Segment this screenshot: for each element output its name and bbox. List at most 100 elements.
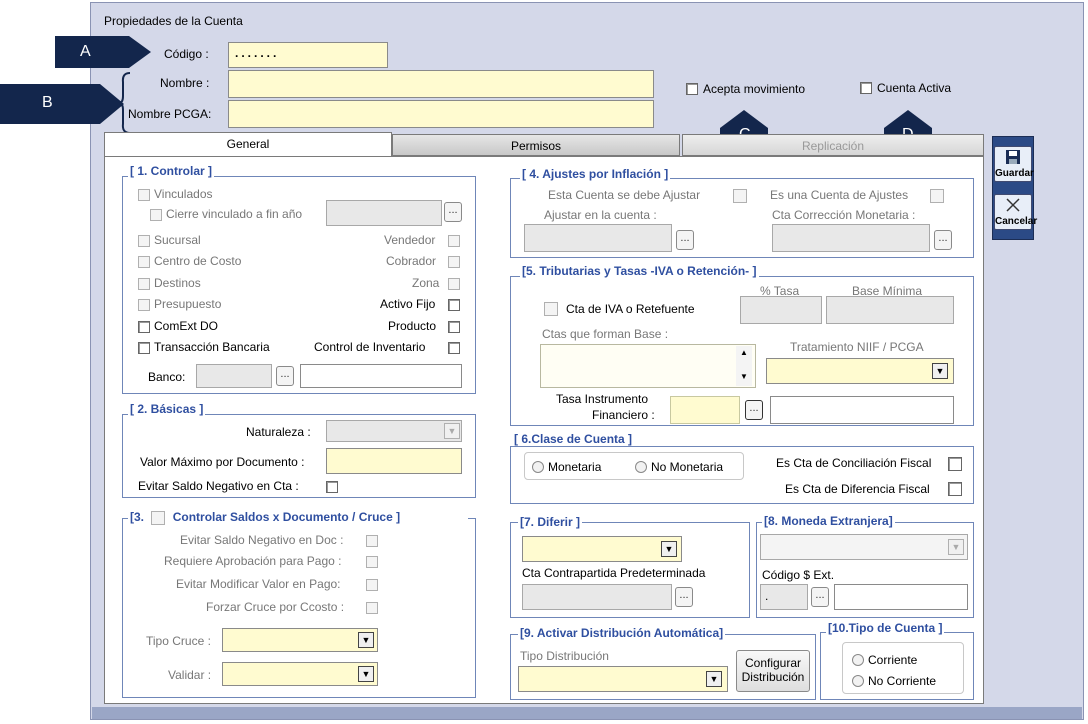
cierre-ellipsis-button[interactable]: ... bbox=[444, 202, 462, 222]
control-inventario-checkbox[interactable] bbox=[448, 342, 460, 354]
ajustar-en-input[interactable] bbox=[524, 224, 672, 252]
corriente-radio[interactable] bbox=[852, 654, 864, 666]
ctas-base-scrollbar[interactable]: ▲ ▼ bbox=[736, 346, 752, 386]
tasa-instrumento-input[interactable] bbox=[670, 396, 740, 424]
ajustar-en-ellipsis-button[interactable]: ... bbox=[676, 230, 694, 250]
banco-ellipsis-button[interactable]: ... bbox=[276, 366, 294, 386]
evitar-saldo-checkbox[interactable] bbox=[326, 481, 338, 493]
tab-general[interactable]: General bbox=[104, 132, 392, 158]
presupuesto-checkbox[interactable] bbox=[138, 299, 150, 311]
codigo-ext-input[interactable]: . bbox=[760, 584, 808, 610]
no-corriente-radio[interactable] bbox=[852, 675, 864, 687]
sucursal-checkbox[interactable] bbox=[138, 235, 150, 247]
cta-correccion-input[interactable] bbox=[772, 224, 930, 252]
contrapartida-ellipsis-button[interactable]: ... bbox=[675, 587, 693, 607]
configurar-distribucion-button[interactable]: Configurar Distribución bbox=[736, 650, 810, 692]
cta-correccion-label: Cta Corrección Monetaria : bbox=[772, 208, 916, 222]
validar-dropdown-icon: ▼ bbox=[358, 666, 374, 682]
nombre-input[interactable] bbox=[228, 70, 654, 98]
codigo-ext-descripcion[interactable] bbox=[834, 584, 968, 610]
pct-tasa-input[interactable] bbox=[740, 296, 822, 324]
codigo-input[interactable]: ....... bbox=[228, 42, 388, 68]
acepta-movimiento-checkbox[interactable] bbox=[686, 83, 698, 95]
tab-replicacion[interactable]: Replicación bbox=[682, 134, 984, 156]
diferir-select[interactable] bbox=[522, 536, 682, 562]
producto-checkbox[interactable] bbox=[448, 321, 460, 333]
group-tipo-cuenta-title: [10.Tipo de Cuenta ] bbox=[826, 621, 945, 635]
vinculados-checkbox[interactable] bbox=[138, 189, 150, 201]
no-corriente-label: No Corriente bbox=[868, 674, 937, 688]
tipo-distribucion-select[interactable] bbox=[518, 666, 728, 692]
naturaleza-select[interactable] bbox=[326, 420, 462, 442]
tratamiento-select[interactable] bbox=[766, 358, 954, 384]
cta-iva-checkbox[interactable] bbox=[544, 302, 558, 316]
cancelar-label: Cancelar bbox=[995, 216, 1038, 227]
diferencia-checkbox[interactable] bbox=[948, 482, 962, 496]
transaccion-checkbox[interactable] bbox=[138, 342, 150, 354]
monetaria-radio[interactable] bbox=[532, 461, 544, 473]
evitar-saldo-doc-checkbox[interactable] bbox=[366, 535, 378, 547]
transaccion-label: Transacción Bancaria bbox=[154, 340, 270, 354]
codigo-ext-label: Código $ Ext. bbox=[762, 568, 835, 582]
cuenta-activa-label: Cuenta Activa bbox=[877, 81, 952, 95]
validar-label: Validar : bbox=[168, 668, 212, 682]
group-tributarias-title: [5. Tributarias y Tasas -IVA o Retención… bbox=[520, 264, 759, 278]
cuenta-activa-checkbox[interactable] bbox=[860, 82, 872, 94]
esta-cuenta-checkbox[interactable] bbox=[733, 189, 747, 203]
ctas-base-list[interactable] bbox=[540, 344, 756, 388]
cierre-checkbox[interactable] bbox=[150, 209, 162, 221]
tipo-cruce-select[interactable] bbox=[222, 628, 378, 652]
zona-checkbox[interactable] bbox=[448, 278, 460, 290]
base-minima-input[interactable] bbox=[826, 296, 954, 324]
tasa-instrumento-descripcion[interactable] bbox=[770, 396, 954, 424]
destinos-checkbox[interactable] bbox=[138, 278, 150, 290]
configurar-label-1: Configurar bbox=[744, 656, 802, 670]
group-basicas-title: [ 2. Básicas ] bbox=[128, 402, 206, 416]
destinos-label: Destinos bbox=[154, 276, 201, 290]
cancelar-button[interactable]: Cancelar bbox=[994, 194, 1038, 230]
cta-correccion-ellipsis-button[interactable]: ... bbox=[934, 230, 952, 250]
valor-maximo-input[interactable] bbox=[326, 448, 462, 474]
sucursal-label: Sucursal bbox=[154, 233, 201, 247]
guardar-button[interactable]: Guardar bbox=[994, 146, 1034, 182]
centro-costo-checkbox[interactable] bbox=[138, 256, 150, 268]
corriente-label: Corriente bbox=[868, 653, 918, 667]
activo-fijo-checkbox[interactable] bbox=[448, 299, 460, 311]
monetaria-label: Monetaria bbox=[548, 460, 602, 474]
no-monetaria-radio[interactable] bbox=[635, 461, 647, 473]
tipo-cruce-dropdown-icon: ▼ bbox=[358, 632, 374, 648]
comext-checkbox[interactable] bbox=[138, 321, 150, 333]
brace-icon bbox=[118, 72, 131, 134]
tab-permisos[interactable]: Permisos bbox=[392, 134, 680, 156]
codigo-label: Código : bbox=[164, 47, 209, 61]
nombre-pcga-input[interactable] bbox=[228, 100, 654, 128]
cierre-input[interactable] bbox=[326, 200, 442, 226]
group-moneda-title: [8. Moneda Extranjera] bbox=[762, 514, 895, 528]
diferir-dropdown-icon: ▼ bbox=[661, 541, 677, 557]
guardar-label: Guardar bbox=[995, 168, 1034, 179]
banco-descripcion-input[interactable] bbox=[300, 364, 462, 388]
tasa-instrumento-ellipsis-button[interactable]: ... bbox=[745, 400, 763, 420]
group-diferir-title: [7. Diferir ] bbox=[518, 515, 583, 529]
requiere-aprobacion-checkbox[interactable] bbox=[366, 556, 378, 568]
callout-b bbox=[0, 84, 124, 124]
vendedor-checkbox[interactable] bbox=[448, 235, 460, 247]
tratamiento-dropdown-icon: ▼ bbox=[932, 363, 948, 379]
contrapartida-label: Cta Contrapartida Predeterminada bbox=[522, 566, 706, 580]
requiere-aprobacion-label: Requiere Aprobación para Pago : bbox=[164, 554, 342, 568]
scroll-up-icon[interactable]: ▲ bbox=[736, 346, 752, 360]
banco-label: Banco: bbox=[148, 370, 186, 384]
evitar-modificar-checkbox[interactable] bbox=[366, 579, 378, 591]
codigo-ext-ellipsis-button[interactable]: ... bbox=[811, 587, 829, 607]
moneda-select[interactable] bbox=[760, 534, 968, 560]
validar-select[interactable] bbox=[222, 662, 378, 686]
controlar-saldos-checkbox[interactable] bbox=[151, 510, 166, 525]
scroll-down-icon[interactable]: ▼ bbox=[736, 370, 752, 384]
tipo-distribucion-dropdown-icon: ▼ bbox=[706, 671, 722, 687]
conciliacion-checkbox[interactable] bbox=[948, 457, 962, 471]
cobrador-checkbox[interactable] bbox=[448, 256, 460, 268]
es-cuenta-ajustes-checkbox[interactable] bbox=[930, 189, 944, 203]
forzar-cruce-checkbox[interactable] bbox=[366, 602, 378, 614]
banco-input[interactable] bbox=[196, 364, 272, 388]
contrapartida-input[interactable] bbox=[522, 584, 672, 610]
